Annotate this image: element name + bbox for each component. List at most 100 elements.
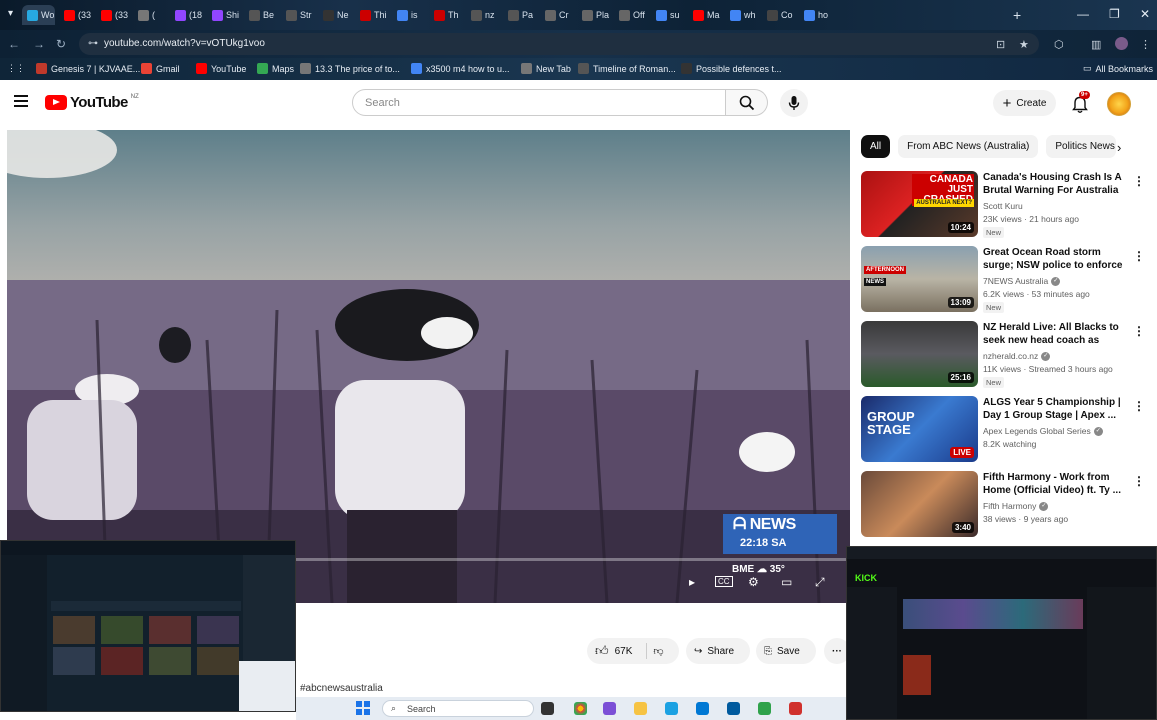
video-title[interactable]: NZ Herald Live: All Blacks to seek new h… — [983, 321, 1128, 348]
bookmark-star-icon[interactable]: ★ — [1019, 38, 1029, 51]
more-options-icon[interactable]: ⋮ — [1133, 174, 1145, 188]
browser-tab[interactable]: Pa — [503, 5, 536, 25]
youtube-logo[interactable]: YouTube NZ — [45, 94, 139, 111]
store-icon[interactable] — [727, 702, 740, 715]
windows-start-icon[interactable] — [356, 701, 370, 715]
browser-tab[interactable]: ho — [799, 5, 832, 25]
filter-chip[interactable]: From ABC News (Australia) — [898, 135, 1039, 158]
profile-icon[interactable] — [1115, 37, 1128, 50]
search-button[interactable] — [726, 89, 768, 116]
more-options-icon[interactable]: ⋮ — [1133, 399, 1145, 413]
bookmark-item[interactable]: YouTube — [196, 63, 246, 74]
video-thumbnail[interactable]: AFTERNOON NEWS 13:09 — [861, 246, 978, 312]
browser-tab[interactable]: Wo — [22, 5, 55, 25]
captions-icon[interactable]: CC — [715, 576, 733, 587]
save-button[interactable]: ⎘ Save — [756, 638, 816, 664]
video-title[interactable]: Canada's Housing Crash Is A Brutal Warni… — [983, 171, 1128, 198]
browser-tab[interactable]: Off — [614, 5, 647, 25]
app-icon-red[interactable] — [789, 702, 802, 715]
taskbar-search[interactable]: ⌕ Search — [382, 700, 534, 717]
miniplayer-icon[interactable]: ▭ — [781, 575, 792, 589]
apps-icon[interactable]: ⋮⋮ — [7, 63, 25, 74]
autoplay-icon[interactable]: ▸ — [689, 575, 695, 589]
sidebar-icon[interactable]: ▥ — [1091, 38, 1101, 51]
browser-tab[interactable]: wh — [725, 5, 758, 25]
bookmark-item[interactable]: New Tab — [521, 63, 571, 74]
browser-tab[interactable]: Cr — [540, 5, 573, 25]
browser-tab[interactable]: Th — [429, 5, 462, 25]
menu-icon[interactable] — [14, 95, 28, 110]
recommended-video[interactable]: AFTERNOON NEWS 13:09 Great Ocean Road storm… — [861, 246, 1146, 313]
video-title[interactable]: Great Ocean Road storm surge; NSW police… — [983, 246, 1128, 273]
browser-tab[interactable]: ( — [133, 5, 166, 25]
recommended-video[interactable]: CANADA JUST CRASHEDAUSTRALIA NEXT?10:24C… — [861, 171, 1146, 238]
browser-tab[interactable]: Thi — [355, 5, 388, 25]
video-thumbnail[interactable]: 25:16 — [861, 321, 978, 387]
hashtag-link[interactable]: #abcnewsaustralia — [300, 683, 383, 694]
browser-tab[interactable]: (33 — [59, 5, 92, 25]
bookmark-item[interactable]: Possible defences t... — [681, 63, 782, 74]
browser-tab[interactable]: (18 — [170, 5, 203, 25]
browser-tab[interactable]: Be — [244, 5, 277, 25]
chevron-right-icon[interactable]: › — [1117, 140, 1121, 155]
browser-tab[interactable]: Shi — [207, 5, 240, 25]
chrome-icon[interactable] — [574, 702, 587, 715]
browser-tab[interactable]: (33 — [96, 5, 129, 25]
address-bar[interactable]: ⊶ youtube.com/watch?v=vOTUkg1voo — [79, 33, 1039, 55]
browser-menu-icon[interactable]: ⋮ — [1140, 38, 1151, 51]
browser-tab[interactable]: Str — [281, 5, 314, 25]
edge-icon[interactable] — [665, 702, 678, 715]
recommended-video[interactable]: GROUP STAGE LIVE ALGS Year 5 Championship … — [861, 396, 1146, 462]
bookmark-item[interactable]: x3500 m4 how to u... — [411, 63, 510, 74]
filter-chip[interactable]: All — [861, 135, 891, 158]
browser-tab[interactable]: Co — [762, 5, 795, 25]
video-title[interactable]: ALGS Year 5 Championship | Day 1 Group S… — [983, 396, 1128, 422]
bookmark-item[interactable]: Gmail — [141, 63, 180, 74]
minimize-icon[interactable]: — — [1077, 7, 1089, 21]
tab-search-icon[interactable]: ▾ — [8, 8, 13, 19]
channel-name[interactable]: Fifth Harmony ✓ — [983, 501, 1049, 512]
more-options-icon[interactable]: ⋮ — [1133, 474, 1145, 488]
video-thumbnail[interactable]: GROUP STAGE LIVE — [861, 396, 978, 462]
browser-tab[interactable]: is — [392, 5, 425, 25]
recommended-video[interactable]: 25:16 NZ Herald Live: All Blacks to seek … — [861, 321, 1146, 388]
share-button[interactable]: ↪ Share — [686, 638, 750, 664]
more-options-icon[interactable]: ⋮ — [1133, 249, 1145, 263]
channel-name[interactable]: Scott Kuru — [983, 201, 1023, 211]
bookmark-item[interactable]: Maps — [257, 63, 294, 74]
search-input[interactable]: Search — [352, 89, 726, 116]
bookmark-item[interactable]: 13.3 The price of to... — [300, 63, 400, 74]
browser-tab[interactable]: su — [651, 5, 684, 25]
video-thumbnail[interactable]: CANADA JUST CRASHEDAUSTRALIA NEXT?10:24 — [861, 171, 978, 237]
notifications-button[interactable]: 9+ — [1070, 91, 1090, 114]
all-bookmarks[interactable]: ▭ All Bookmarks — [1083, 63, 1153, 74]
bookmark-item[interactable]: Genesis 7 | KJVAAE... — [36, 63, 140, 74]
settings-icon[interactable]: ⚙ — [748, 575, 759, 589]
forward-icon[interactable]: → — [33, 37, 45, 51]
back-icon[interactable]: ← — [8, 37, 20, 51]
video-thumbnail[interactable]: 3:40 — [861, 471, 978, 537]
create-button[interactable]: + Create — [993, 90, 1056, 116]
video-title[interactable]: Fifth Harmony - Work from Home (Official… — [983, 471, 1128, 497]
more-options-icon[interactable]: ⋮ — [1133, 324, 1145, 338]
extensions-icon[interactable]: ⬡ — [1054, 38, 1064, 51]
video-player[interactable]: ᗩ NEWS 22:18 SA BME ☁ 35° ▸ CC ⚙ ▭ ⤢ — [7, 130, 850, 603]
voice-search-button[interactable] — [780, 89, 808, 117]
task-view-icon[interactable] — [541, 702, 554, 715]
mail-icon[interactable] — [696, 702, 709, 715]
new-tab-button[interactable]: + — [1013, 7, 1021, 23]
browser-tab[interactable]: nz — [466, 5, 499, 25]
like-button[interactable]: 👍︎ 67K 👎︎ — [587, 638, 679, 664]
install-icon[interactable]: ⊡ — [996, 38, 1005, 51]
app-icon-green[interactable] — [758, 702, 771, 715]
maximize-icon[interactable]: ❐ — [1109, 7, 1120, 21]
browser-tab[interactable]: Ma — [688, 5, 721, 25]
filter-chip[interactable]: Politics News — [1046, 135, 1117, 158]
channel-name[interactable]: 7NEWS Australia ✓ — [983, 276, 1061, 287]
file-explorer-icon[interactable] — [634, 702, 647, 715]
recommended-video[interactable]: 3:40 Fifth Harmony - Work from Home (Offi… — [861, 471, 1146, 537]
channel-name[interactable]: Apex Legends Global Series ✓ — [983, 426, 1103, 437]
browser-tab[interactable]: Pla — [577, 5, 610, 25]
bookmark-item[interactable]: Timeline of Roman... — [578, 63, 676, 74]
browser-tab[interactable]: Ne — [318, 5, 351, 25]
